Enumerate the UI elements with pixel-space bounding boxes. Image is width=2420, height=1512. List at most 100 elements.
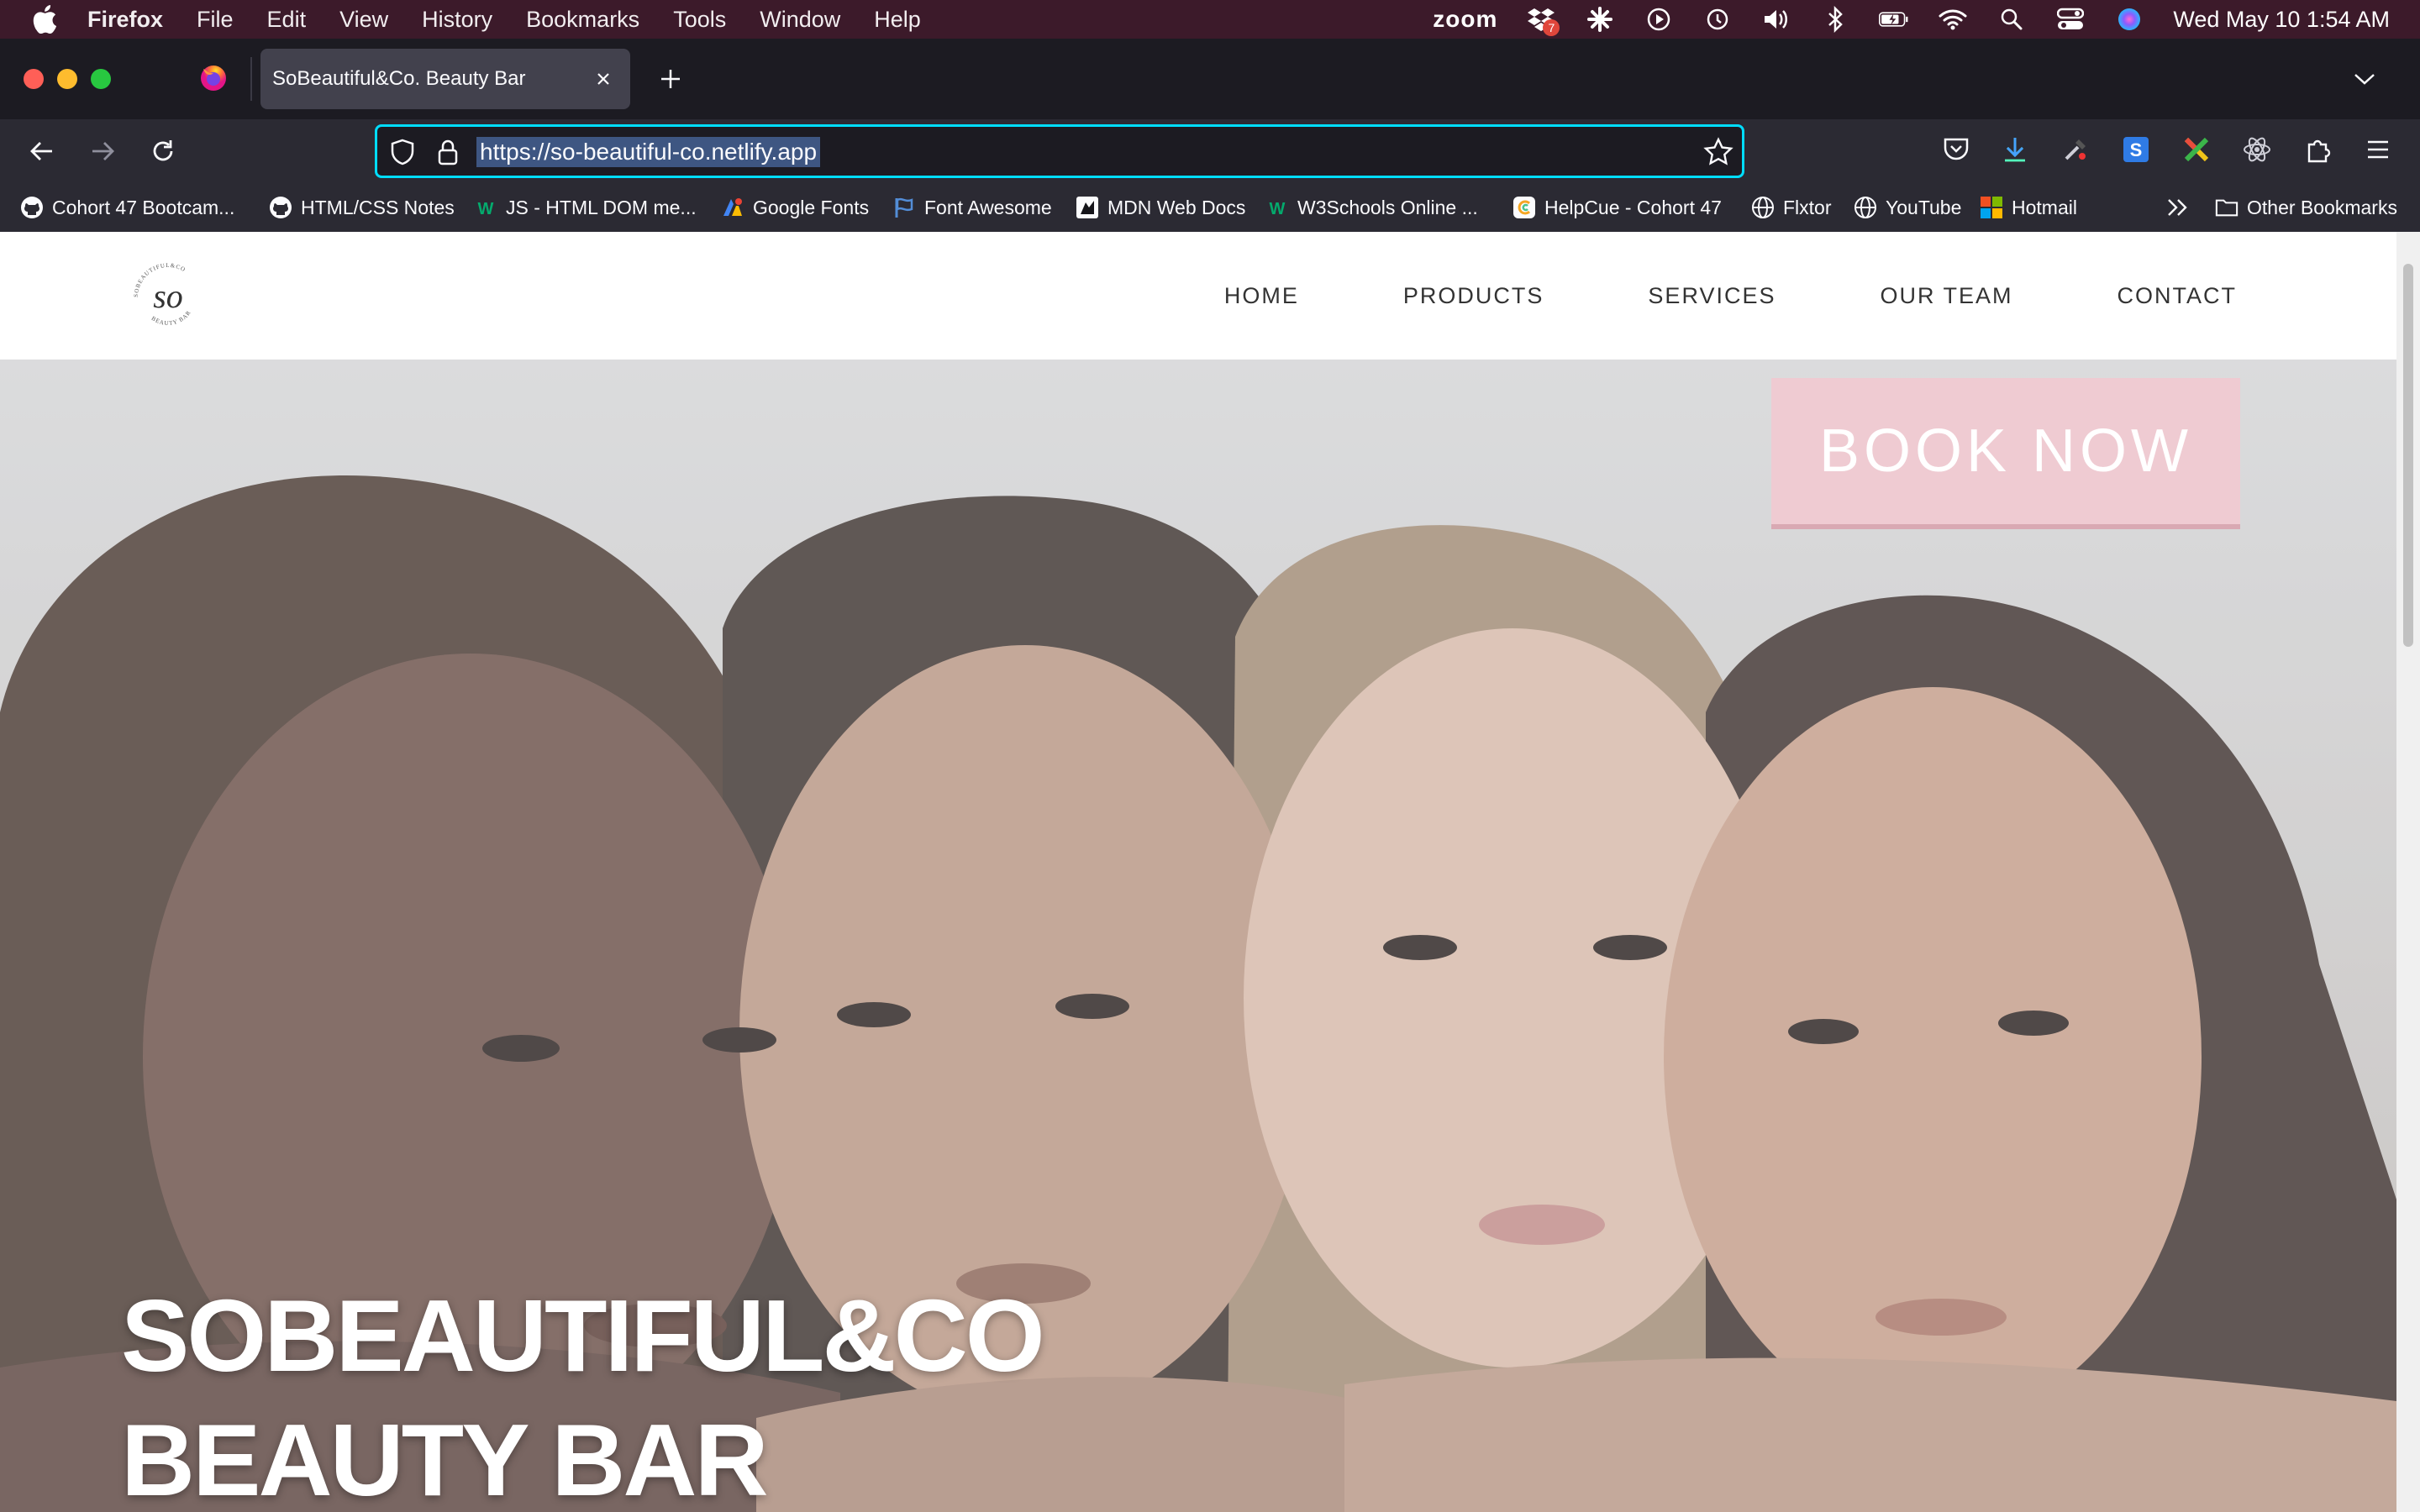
helpcue-icon — [1512, 196, 1536, 219]
github-icon — [20, 196, 44, 219]
w3schools-icon: W — [474, 196, 497, 219]
navigation-toolbar: https://so-beautiful-co.netlify.app S — [0, 119, 2420, 183]
bookmark-item[interactable]: MDN Web Docs — [1076, 193, 1245, 222]
extensions-puzzle-icon[interactable] — [2299, 131, 2336, 168]
tab-close-icon[interactable] — [590, 66, 617, 92]
svg-text:S: S — [2130, 139, 2143, 160]
menu-edit[interactable]: Edit — [267, 7, 307, 33]
nav-our-team[interactable]: OUR TEAM — [1880, 283, 2012, 309]
tab-divider — [250, 57, 252, 101]
menu-history[interactable]: History — [422, 7, 492, 33]
spotlight-search-icon[interactable] — [1996, 4, 2027, 34]
google-fonts-icon — [721, 196, 744, 219]
bookmark-item[interactable]: Flxtor — [1751, 193, 1832, 222]
nav-services[interactable]: SERVICES — [1648, 283, 1776, 309]
web-page-viewport: SOBEAUTIFUL&CO BEAUTY BAR so HOME PRODUC… — [0, 232, 2396, 1512]
menu-window[interactable]: Window — [760, 7, 840, 33]
bookmark-item[interactable]: YouTube — [1854, 193, 1961, 222]
play-circle-icon[interactable] — [1644, 4, 1674, 34]
control-center-icon[interactable] — [2055, 4, 2086, 34]
other-bookmarks-folder[interactable]: Other Bookmarks — [2215, 193, 2397, 222]
tracking-protection-shield-icon[interactable] — [387, 137, 418, 167]
volume-icon[interactable] — [1761, 4, 1791, 34]
color-picker-extension-icon[interactable] — [2057, 131, 2094, 168]
bookmark-label: HelpCue - Cohort 47 — [1544, 196, 1722, 218]
lock-icon[interactable] — [433, 137, 463, 167]
browser-chrome: SoBeautiful&Co. Beauty Bar https://so-be… — [0, 39, 2420, 232]
new-tab-button[interactable] — [650, 59, 691, 99]
url-text[interactable]: https://so-beautiful-co.netlify.app — [476, 137, 821, 167]
bookmark-item[interactable]: HTML/CSS Notes — [269, 193, 455, 222]
menu-tools[interactable]: Tools — [673, 7, 726, 33]
globe-icon — [1751, 196, 1775, 219]
tab-title: SoBeautiful&Co. Beauty Bar — [272, 67, 526, 90]
zoom-status-item[interactable]: zoom — [1433, 6, 1497, 33]
bookmark-item[interactable]: Font Awesome — [892, 193, 1052, 222]
gear-burst-icon[interactable] — [1585, 4, 1615, 34]
github-icon — [269, 196, 292, 219]
bookmark-item[interactable]: Google Fonts — [721, 193, 869, 222]
window-minimize-button[interactable] — [57, 69, 77, 89]
back-arrow-icon[interactable] — [22, 131, 62, 171]
macos-menu-bar: Firefox File Edit View History Bookmarks… — [0, 0, 2420, 39]
url-bar[interactable]: https://so-beautiful-co.netlify.app — [375, 124, 1744, 178]
other-bookmarks-label: Other Bookmarks — [2247, 196, 2397, 218]
bookmark-item[interactable]: W JS - HTML DOM me... — [474, 193, 697, 222]
hero-title-line-1: SOBEAUTIFUL&CO — [121, 1278, 1045, 1393]
bookmark-label: Hotmail — [2012, 196, 2077, 218]
siri-icon[interactable] — [2114, 4, 2144, 34]
hamburger-menu-icon[interactable] — [2360, 131, 2396, 168]
svg-text:W: W — [1270, 200, 1286, 218]
tab-strip: SoBeautiful&Co. Beauty Bar — [0, 39, 2420, 119]
reload-icon[interactable] — [143, 131, 183, 171]
bookmark-label: Flxtor — [1783, 196, 1832, 218]
bookmark-label: Google Fonts — [753, 196, 870, 218]
site-logo[interactable]: SOBEAUTIFUL&CO BEAUTY BAR so — [126, 255, 210, 339]
svg-text:W: W — [478, 200, 494, 218]
bookmarks-overflow-chevron-icon[interactable] — [2166, 193, 2190, 222]
font-awesome-icon — [892, 196, 916, 219]
bookmark-item[interactable]: Cohort 47 Bootcam... — [20, 193, 234, 222]
hero-title: SOBEAUTIFUL&CO BEAUTY BAR — [121, 1273, 1045, 1512]
bookmark-label: MDN Web Docs — [1107, 196, 1246, 218]
hero-title-line-2: BEAUTY BAR — [121, 1403, 769, 1512]
s-extension-icon[interactable]: S — [2118, 131, 2154, 168]
menu-bar-clock[interactable]: Wed May 10 1:54 AM — [2173, 7, 2390, 33]
bookmark-item[interactable]: Hotmail — [1980, 193, 2077, 222]
window-close-button[interactable] — [24, 69, 44, 89]
react-devtools-icon[interactable] — [2238, 131, 2275, 168]
firefox-view-icon[interactable] — [198, 62, 229, 92]
menu-bookmarks[interactable]: Bookmarks — [526, 7, 639, 33]
bookmark-star-icon[interactable] — [1703, 137, 1733, 167]
bookmark-item[interactable]: HelpCue - Cohort 47 — [1512, 193, 1722, 222]
bluetooth-icon[interactable] — [1820, 4, 1850, 34]
mdn-icon — [1076, 196, 1099, 219]
bookmarks-toolbar: Cohort 47 Bootcam... HTML/CSS Notes W JS… — [0, 183, 2420, 232]
menu-help[interactable]: Help — [874, 7, 921, 33]
nav-contact[interactable]: CONTACT — [2118, 283, 2238, 309]
notification-badge: 7 — [1543, 19, 1560, 36]
forward-arrow-icon[interactable] — [82, 131, 123, 171]
book-now-button[interactable]: BOOK NOW — [1771, 378, 2240, 529]
page-scrollbar[interactable] — [2396, 232, 2420, 1512]
wifi-icon[interactable] — [1938, 4, 1968, 34]
list-all-tabs-chevron-icon[interactable] — [2344, 59, 2385, 99]
tab-active[interactable]: SoBeautiful&Co. Beauty Bar — [260, 49, 630, 109]
nav-home[interactable]: HOME — [1224, 283, 1299, 309]
window-zoom-button[interactable] — [91, 69, 111, 89]
battery-icon[interactable] — [1879, 4, 1909, 34]
hero-section: BOOK NOW SOBEAUTIFUL&CO BEAUTY BAR — [0, 360, 2396, 1512]
menu-app-firefox[interactable]: Firefox — [87, 7, 163, 33]
menu-view[interactable]: View — [339, 7, 388, 33]
pocket-icon[interactable] — [1938, 131, 1975, 168]
scrollbar-thumb[interactable] — [2403, 264, 2413, 647]
site-nav: HOME PRODUCTS SERVICES OUR TEAM CONTACT — [1120, 232, 2237, 360]
dropbox-icon[interactable]: 7 — [1526, 4, 1560, 36]
apple-menu-icon[interactable] — [30, 5, 59, 34]
x-extension-icon[interactable] — [2178, 131, 2215, 168]
menu-file[interactable]: File — [197, 7, 234, 33]
bookmark-item[interactable]: W W3Schools Online ... — [1265, 193, 1478, 222]
nav-products[interactable]: PRODUCTS — [1403, 283, 1544, 309]
downloads-icon[interactable] — [1996, 131, 2033, 168]
time-machine-icon[interactable] — [1702, 4, 1733, 34]
